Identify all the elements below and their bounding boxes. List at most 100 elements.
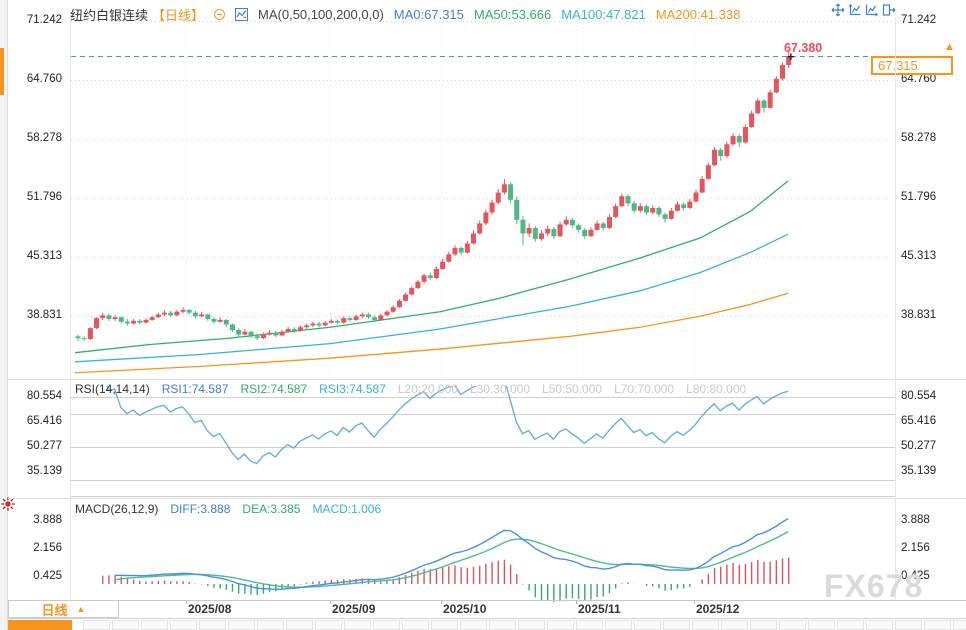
rsi-axis-label: 35.139 [14,465,62,477]
pane-divider [8,379,966,380]
rsi-level-80: L80:80.000 [686,382,746,396]
bottom-tab-segment[interactable] [576,620,603,630]
bottom-tab-segment[interactable] [895,620,922,630]
bottom-tab-segment[interactable] [83,620,110,630]
macd-title[interactable]: MACD(26,12,9) [75,502,158,516]
rsi1-value: RSI1:74.587 [162,382,229,396]
bottom-tab-segment[interactable] [663,620,690,630]
rsi-level-50: L50:50.000 [542,382,602,396]
bottom-tab-segment[interactable] [953,620,966,630]
rsi-title[interactable]: RSI(14,14,14) [75,382,150,396]
y-axis-label: 51.796 [14,191,62,203]
chart-toolbar [831,3,896,17]
ma0-value: MA0:67.315 [394,7,464,22]
bottom-toolbar-strip[interactable] [8,619,966,630]
y-axis-label: 71.242 [14,14,62,26]
x-axis-label: 2025/08 [188,602,231,616]
y-axis-label-right: 71.242 [901,14,936,26]
mini-chart-icon[interactable] [235,8,248,21]
y-axis-label: 58.278 [14,132,62,144]
rsi-axis-label: 80.554 [14,390,62,402]
price-chart-canvas[interactable] [0,0,966,630]
frame-left-icon[interactable] [848,3,862,17]
left-sidebar[interactable] [0,0,8,630]
bottom-active-tab[interactable] [8,620,72,630]
bottom-tab-segment[interactable] [344,620,371,630]
pan-move-icon[interactable] [831,3,845,17]
ma50-value: MA50:53.666 [474,7,551,22]
bottom-tab-segment[interactable] [460,620,487,630]
bottom-tab-segment[interactable] [170,620,197,630]
chevron-up-icon: ▲ [77,604,86,614]
bottom-tab-segment[interactable] [431,620,458,630]
bottom-tab-segment[interactable] [634,620,661,630]
bottom-tab-segment[interactable] [402,620,429,630]
bottom-tab-segment[interactable] [721,620,748,630]
bottom-tab-segment[interactable] [199,620,226,630]
bottom-tab-segment[interactable] [228,620,255,630]
bottom-tab-segment[interactable] [518,620,545,630]
bottom-tab-segment[interactable] [373,620,400,630]
y-axis-label-right: 58.278 [901,132,936,144]
chart-app: 纽约白银连续 【日线】 MA(0,50,100,200,0,0) MA0:67.… [0,0,966,630]
plot-right-border [895,17,896,600]
period-selector[interactable]: 日线 ▲ [8,600,119,618]
x-tick [441,600,442,604]
y-axis-label-right: 45.313 [901,250,936,262]
pane-divider [8,498,966,499]
rsi-axis-label-right: 50.277 [901,440,936,452]
macd-axis-label: 3.888 [14,514,62,526]
bottom-tab-segment[interactable] [141,620,168,630]
collapse-right-icon[interactable] [882,3,896,17]
frame-right-icon[interactable] [865,3,879,17]
sidebar-scroll-thumb[interactable] [0,48,4,95]
minus-circle-icon[interactable] [214,9,225,20]
bottom-tab-segment[interactable] [924,620,951,630]
ma200-value: MA200:41.338 [656,7,741,22]
watermark: FX678 [824,568,923,605]
y-axis-label-right: 38.831 [901,309,936,321]
bottom-tab-segment[interactable] [808,620,835,630]
bottom-tab-segment[interactable] [692,620,719,630]
bottom-tab-segment[interactable] [315,620,342,630]
rsi3-value: RSI3:74.587 [319,382,386,396]
bottom-tab-segment[interactable] [489,620,516,630]
y-axis-label: 64.760 [14,73,62,85]
bottom-tab-segment[interactable] [605,620,632,630]
ma100-value: MA100:47.821 [561,7,646,22]
macd-diff-value: DIFF:3.888 [170,502,230,516]
rsi-level-30: L30:30.000 [470,382,530,396]
plot-left-border [70,17,71,600]
last-price-box[interactable]: 67.315 [871,56,953,75]
y-axis-label-right: 51.796 [901,191,936,203]
x-axis-label: 2025/12 [696,602,739,616]
macd-header: MACD(26,12,9) DIFF:3.888 DEA:3.385 MACD:… [75,502,381,516]
x-tick [694,600,695,604]
x-tick [330,600,331,604]
x-axis-label: 2025/10 [443,602,486,616]
bottom-tab-segment[interactable] [750,620,777,630]
sun-icon[interactable] [1,497,15,511]
macd-bar-value: MACD:1.006 [312,502,381,516]
period-selector-label: 日线 [42,600,68,619]
bottom-tab-segment[interactable] [837,620,864,630]
macd-axis-label: 2.156 [14,542,62,554]
bottom-tab-segment[interactable] [779,620,806,630]
symbol-name: 纽约白银连续 [70,5,148,24]
rsi-axis-label-right: 80.554 [901,390,936,402]
bottom-tab-segment[interactable] [547,620,574,630]
rsi-level-20: L20:20.000 [398,382,458,396]
rsi-axis-label: 65.416 [14,415,62,427]
bottom-tab-segment[interactable] [286,620,313,630]
bottom-tab-segment[interactable] [257,620,284,630]
y-axis-label: 45.313 [14,250,62,262]
period-tag[interactable]: 【日线】 [152,5,204,24]
rsi-level-70: L70:70.000 [614,382,674,396]
macd-axis-label: 0.425 [14,570,62,582]
bottom-tab-segment[interactable] [112,620,139,630]
bottom-tab-segment[interactable] [866,620,893,630]
rsi-axis-label-right: 35.139 [901,465,936,477]
chart-header: 纽约白银连续 【日线】 MA(0,50,100,200,0,0) MA0:67.… [70,5,740,24]
price-up-triangle-icon: ▲ [944,41,955,53]
ma-settings: MA(0,50,100,200,0,0) [258,7,384,22]
